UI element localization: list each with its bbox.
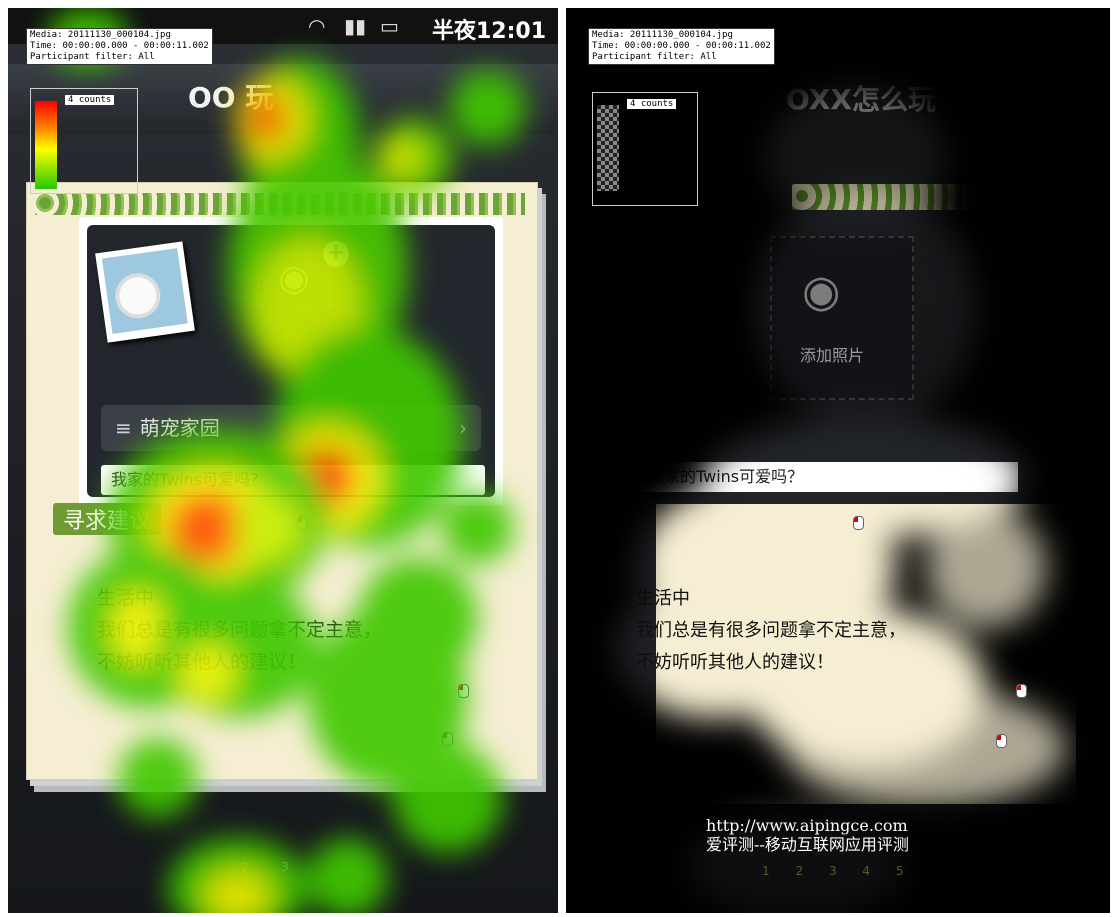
dog-photo[interactable] xyxy=(95,241,195,343)
mouse-click-icon xyxy=(297,516,308,530)
caption-input[interactable]: 我家的Twins可爱吗？ xyxy=(101,465,485,495)
battery-icon: ▭ xyxy=(380,14,399,38)
filter-label: Participant filter: All xyxy=(592,52,717,62)
body-line: 我们总是有很多问题拿不定主意， xyxy=(97,619,383,641)
legend-gradient xyxy=(35,101,57,189)
opacity-legend: 4 counts xyxy=(592,92,698,206)
page-indicator[interactable]: 4 xyxy=(862,864,870,878)
page-indicator[interactable]: 5 xyxy=(896,864,904,878)
status-time: 半夜12:01 xyxy=(431,19,546,44)
mouse-click-icon xyxy=(442,732,453,746)
photo-frame: ◉ + ≡ 萌宠家园 › 我家的Twins可爱吗？ xyxy=(79,217,503,505)
legend-gradient xyxy=(597,105,619,191)
camera-icon: ◉ xyxy=(802,266,841,317)
legend-label: 4 counts xyxy=(627,99,677,109)
page-indicator[interactable]: 3 xyxy=(829,864,837,878)
wifi-icon: ◠ xyxy=(308,14,326,38)
watermark-url: http://www.aipingce.com xyxy=(706,816,908,835)
category-label: 萌宠家园 xyxy=(139,416,220,440)
app-title: OXX怎么玩 xyxy=(786,83,936,116)
body-line: 不妨听听其他人的建议！ xyxy=(636,652,834,673)
body-line: 不妨听听其他人的建议！ xyxy=(97,651,307,673)
signal-icon: ▮▮ xyxy=(344,14,367,38)
gaze-opacity-panel: OXX怎么玩 ◉ 添加照片 我家的Twins可爱吗？ 生活中 我们总是有很多问题… xyxy=(566,8,1110,913)
page-indicator[interactable]: 3 xyxy=(276,858,294,876)
grass-decoration xyxy=(792,184,1002,210)
heat-legend: 4 counts xyxy=(30,88,138,194)
mouse-click-icon xyxy=(1016,684,1027,698)
page-indicator[interactable]: 1 xyxy=(762,864,770,878)
add-photo-plus-icon[interactable]: + xyxy=(323,241,349,267)
info-box: Media: 20111130_000104.jpg Time: 00:00:0… xyxy=(26,28,213,65)
caption-input[interactable]: 我家的Twins可爱吗？ xyxy=(638,462,1018,492)
media-label: Media: 20111130_000104.jpg xyxy=(592,30,733,40)
time-label: Time: 00:00:00.000 - 00:00:11.002 xyxy=(592,41,771,51)
grass-decoration xyxy=(35,193,525,215)
app-title: OO 玩 xyxy=(188,81,274,114)
legend-label: 4 counts xyxy=(65,95,115,105)
add-photo-label: 添加照片 xyxy=(800,346,865,365)
mouse-click-icon xyxy=(853,516,864,530)
time-label: Time: 00:00:00.000 - 00:00:11.002 xyxy=(30,41,209,51)
watermark-text: 爱评测--移动互联网应用评测 xyxy=(706,835,909,854)
watermark: http://www.aipingce.com 爱评测--移动互联网应用评测 xyxy=(706,816,909,854)
page-indicators: 1 2 3 4 5 xyxy=(762,864,904,878)
mouse-click-icon xyxy=(458,684,469,698)
heatmap-panel: ◠ ▮▮ ▭ 半夜12:01 OO 玩 ◉ + ≡ 萌宠家园 › 我家的Twins… xyxy=(8,8,558,913)
body-line: 我们总是有很多问题拿不定主意， xyxy=(636,620,906,641)
info-box: Media: 20111130_000104.jpg Time: 00:00:0… xyxy=(588,28,775,65)
camera-icon[interactable]: ◉ xyxy=(257,253,331,307)
mouse-click-icon xyxy=(996,734,1007,748)
body-line: 生活中 xyxy=(97,587,155,609)
page-indicator[interactable]: 2 xyxy=(795,864,803,878)
media-label: Media: 20111130_000104.jpg xyxy=(30,30,171,40)
category-selector[interactable]: ≡ 萌宠家园 › xyxy=(101,405,481,451)
section-title: 寻求建议 xyxy=(53,503,162,535)
add-photo-area[interactable]: ◉ 添加照片 xyxy=(770,236,914,400)
filter-label: Participant filter: All xyxy=(30,52,155,62)
body-line: 生活中 xyxy=(636,588,690,609)
page-indicator[interactable]: 2 xyxy=(236,858,254,876)
list-icon: ≡ xyxy=(115,416,132,440)
chevron-right-icon: › xyxy=(459,416,467,440)
